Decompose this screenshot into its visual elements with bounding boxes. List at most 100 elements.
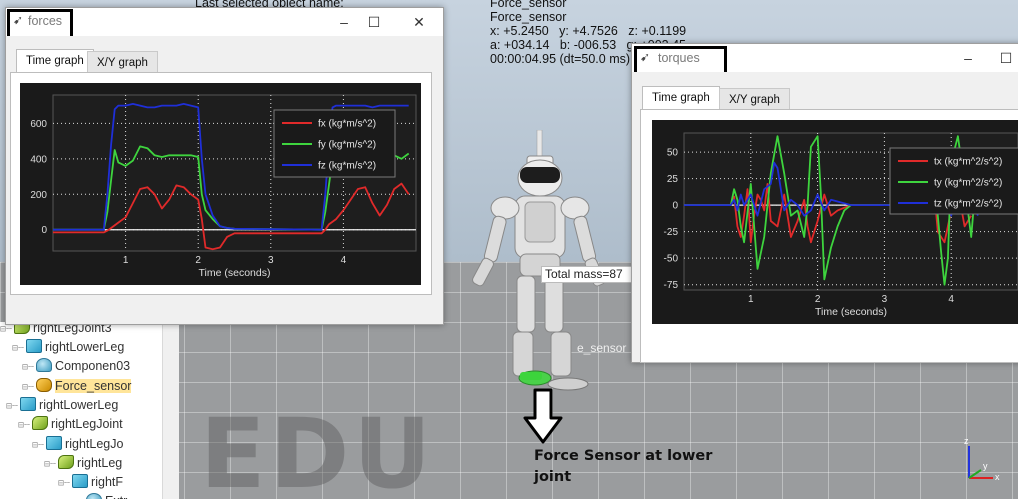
tree-expander-icon[interactable]: ⊟┄ — [0, 324, 12, 335]
x-tick-label: 4 — [948, 294, 954, 305]
tree-expander-icon[interactable]: ⊟┄ — [22, 382, 34, 393]
torques-time-graph[interactable]: 1 2 3 4 -75 -50 -25 0 25 50 Time (seconds) tx (kg*m… — [652, 120, 1018, 324]
torques-tab-panel: 1 2 3 4 -75 -50 -25 0 25 50 Time (seconds) tx (kg*m… — [640, 109, 1018, 363]
x-tick-label: 4 — [341, 255, 347, 266]
dummy-icon — [36, 358, 53, 372]
joint-icon — [58, 455, 75, 469]
tree-item[interactable]: ⊟┄Extr — [72, 492, 127, 499]
torques-titlebar[interactable]: ➹ torques – ☐ — [632, 44, 1018, 76]
y-tick-label: 0 — [672, 201, 678, 212]
tree-expander-icon[interactable]: ⊟┄ — [6, 401, 18, 412]
robot-model[interactable] — [465, 130, 615, 400]
shape-icon — [46, 436, 63, 450]
y-tick-label: 25 — [667, 174, 679, 185]
tree-item-label: rightLeg — [77, 456, 123, 470]
legend-label: ty (kg*m^2/s^2) — [934, 178, 1002, 189]
hierarchy-scrollbar[interactable] — [162, 322, 179, 499]
forces-window-title: forces — [28, 14, 63, 28]
edu-watermark: EDU — [200, 398, 436, 499]
axis-label-x: x — [995, 472, 1000, 482]
tree-item[interactable]: ⊟┄ rightLeg — [44, 454, 122, 473]
dummy-icon — [86, 493, 103, 499]
annotation-text: Force Sensor at lower joint — [534, 448, 713, 485]
x-tick-label: 2 — [815, 294, 821, 305]
axis-gizmo-icon: z y x — [964, 436, 1000, 482]
app-icon: ➹ — [640, 50, 651, 64]
joint-icon — [32, 416, 49, 430]
chart-svg: 1 2 3 4 0 200 400 600 Time (seconds) fx (kg*m/s^2… — [30, 94, 417, 279]
x-tick-label: 1 — [748, 294, 754, 305]
x-tick-label: 1 — [123, 255, 129, 266]
x-axis-label: Time (seconds) — [815, 306, 887, 318]
maximize-button[interactable]: ☐ — [360, 10, 388, 34]
object-name-line-2: Force_sensor — [490, 10, 567, 24]
shape-icon — [72, 474, 89, 488]
x-axis-label: Time (seconds) — [199, 267, 271, 279]
minimize-button[interactable]: – — [954, 46, 982, 70]
shape-icon — [26, 339, 43, 353]
forces-tab-panel: 1 2 3 4 0 200 400 600 Time (seconds) fx (kg*m/s^2… — [10, 72, 432, 295]
x-tick-label: 2 — [195, 255, 201, 266]
tree-item-label: rightLowerLeg — [45, 340, 125, 354]
tree-item[interactable]: ⊟┄ rightLegJoint — [18, 415, 123, 434]
tree-item-selected[interactable]: ⊟┄ Force_sensor — [22, 377, 132, 396]
maximize-button[interactable]: ☐ — [992, 46, 1018, 70]
axis-label-z: z — [964, 436, 969, 446]
tree-item[interactable]: ⊟┄ Componen03 — [22, 357, 130, 376]
tree-item-label: Force_sensor — [55, 379, 132, 393]
down-arrow-icon — [523, 388, 563, 444]
tree-expander-icon[interactable]: ⊟┄ — [12, 343, 24, 354]
torques-window-title: torques — [658, 51, 700, 65]
y-tick-label: -75 — [664, 280, 679, 291]
tree-expander-icon[interactable]: ⊟┄ — [32, 440, 44, 451]
x-tick-label: 3 — [268, 255, 274, 266]
tab-xy-graph[interactable]: X/Y graph — [719, 88, 790, 111]
tree-expander-icon[interactable]: ⊟┄ — [22, 362, 34, 373]
forces-titlebar[interactable]: ➹ forces – ☐ ✕ — [6, 8, 443, 40]
tree-item-label: rightLegJoint — [51, 417, 123, 431]
y-tick-label: 400 — [30, 154, 47, 165]
tree-item-label: rightLegJo — [65, 437, 124, 451]
tree-expander-icon[interactable]: ⊟┄ — [58, 478, 70, 489]
y-tick-label: 200 — [30, 190, 47, 201]
tree-expander-icon[interactable]: ⊟┄ — [18, 420, 30, 431]
chart-svg: 1 2 3 4 -75 -50 -25 0 25 50 Time (seconds) tx (kg*m… — [664, 132, 1018, 318]
sensor-name-tag: e_sensor — [577, 341, 627, 355]
tree-item-label: rightF — [91, 475, 123, 489]
tab-time-graph[interactable]: Time graph — [16, 49, 94, 73]
tree-item[interactable]: ⊟┄ rightLegJo — [32, 435, 123, 454]
torques-graph-window[interactable]: ➹ torques – ☐ Time graph X/Y graph 1 2 3 4 -… — [631, 43, 1018, 363]
minimize-button[interactable]: – — [330, 10, 358, 34]
y-tick-label: 0 — [41, 225, 47, 236]
y-tick-label: -50 — [664, 254, 679, 265]
forces-time-graph[interactable]: 1 2 3 4 0 200 400 600 Time (seconds) fx (kg*m/s^2… — [20, 83, 421, 285]
legend-label: fz (kg*m/s^2) — [318, 161, 376, 172]
legend-label: fy (kg*m/s^2) — [318, 140, 376, 151]
y-tick-label: 600 — [30, 119, 47, 130]
tab-time-graph[interactable]: Time graph — [642, 86, 720, 110]
close-button[interactable]: ✕ — [405, 10, 433, 34]
scene-hierarchy-panel[interactable]: ⊟┄ rightLegJoint3 ⊟┄ rightLowerLeg ⊟┄ Compone… — [0, 322, 163, 499]
torques-window-body: Time graph X/Y graph 1 2 3 4 -75 -50 -25 0 25 50 T… — [632, 72, 1018, 363]
tree-item-label: Extr — [105, 494, 127, 499]
tree-item[interactable]: ⊟┄ rightF — [58, 473, 123, 492]
legend-label: fx (kg*m/s^2) — [318, 119, 376, 130]
forces-graph-window[interactable]: ➹ forces – ☐ ✕ Time graph X/Y graph 1 2 3 4… — [5, 7, 444, 325]
tree-item-label: rightLowerLeg — [39, 398, 119, 412]
axis-label-y: y — [983, 461, 988, 471]
total-mass-label: Total mass=87 — [541, 266, 633, 283]
y-tick-label: -25 — [664, 227, 679, 238]
tree-item-label: Componen03 — [55, 359, 131, 373]
tree-expander-icon[interactable]: ⊟┄ — [44, 459, 56, 470]
legend-label: tx (kg*m^2/s^2) — [934, 157, 1002, 168]
position-readout: x: +5.2450 y: +4.7526 z: +0.1199 — [490, 24, 687, 38]
app-icon: ➹ — [13, 13, 24, 27]
tree-item[interactable]: ⊟┄ rightLowerLeg — [12, 338, 124, 357]
legend-label: tz (kg*m^2/s^2) — [934, 199, 1002, 210]
tree-item[interactable]: ⊟┄ rightLowerLeg — [6, 396, 118, 415]
object-name-line: Force_sensor — [490, 0, 567, 10]
y-tick-label: 50 — [667, 148, 679, 159]
sensor-icon — [36, 378, 53, 392]
x-tick-label: 3 — [882, 294, 888, 305]
tab-xy-graph[interactable]: X/Y graph — [87, 51, 158, 74]
